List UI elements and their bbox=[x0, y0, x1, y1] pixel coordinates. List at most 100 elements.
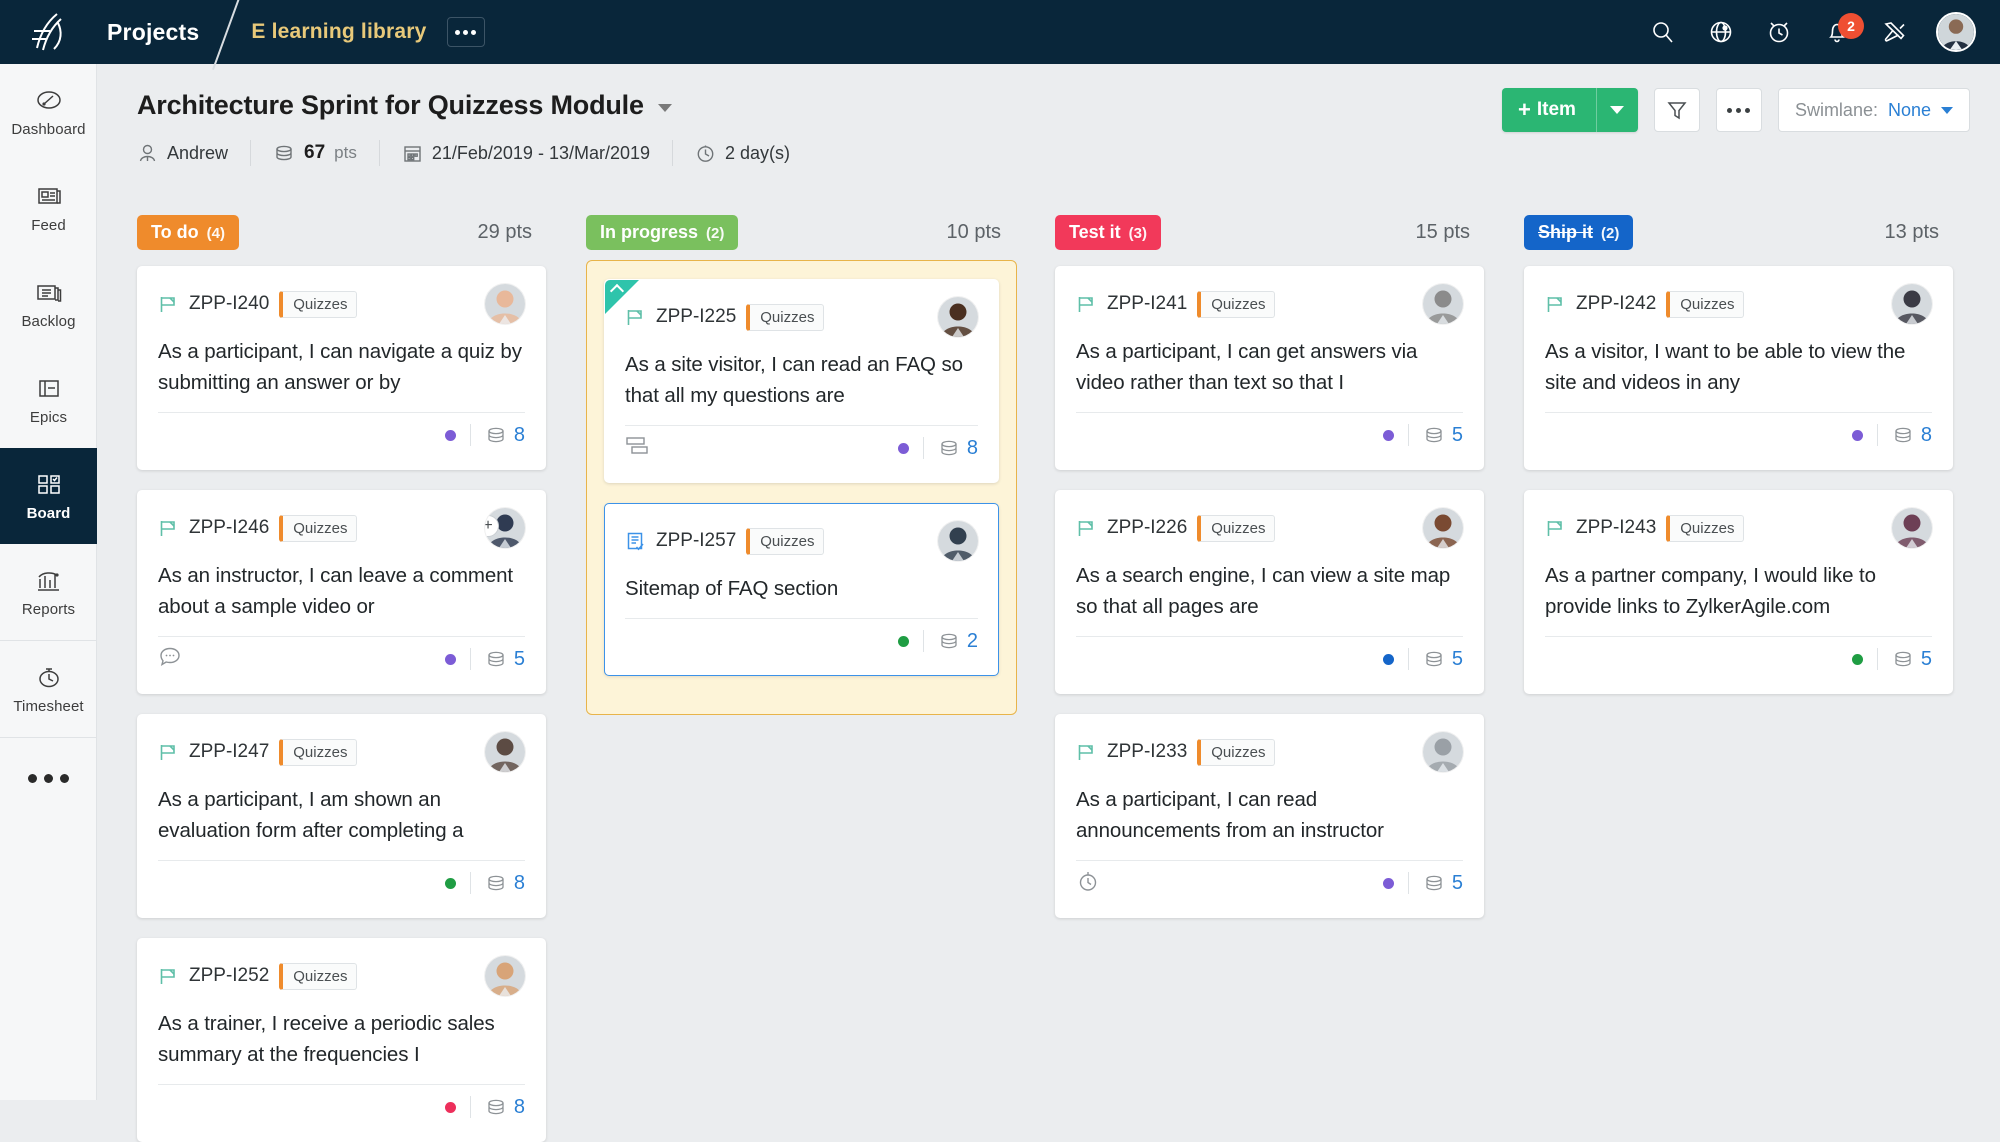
board-more-button[interactable] bbox=[1715, 88, 1762, 132]
column-status-pill[interactable]: To do (4) bbox=[137, 214, 239, 250]
avatar[interactable] bbox=[1936, 12, 1976, 52]
card-assignee-avatar[interactable] bbox=[1892, 508, 1932, 548]
project-name-label[interactable]: E learning library bbox=[251, 20, 426, 44]
board-card[interactable]: ZPP-I257 Quizzes Sitemap of FAQ section 2 bbox=[604, 503, 999, 676]
project-more-button[interactable] bbox=[446, 17, 485, 47]
card-id[interactable]: ZPP-I233 bbox=[1107, 741, 1187, 763]
sidebar-more-button[interactable] bbox=[0, 738, 97, 818]
sprint-date-range: 21/Feb/2019 - 13/Mar/2019 bbox=[378, 140, 672, 166]
card-assignee-avatar[interactable] bbox=[485, 284, 525, 324]
board-card[interactable]: ZPP-I233 Quizzes As a participant, I can r… bbox=[1055, 714, 1484, 918]
card-assignee-avatar[interactable] bbox=[485, 732, 525, 772]
column-status-pill[interactable]: In progress (2) bbox=[586, 214, 739, 250]
card-id[interactable]: ZPP-I247 bbox=[189, 741, 269, 763]
column-name: To do bbox=[151, 221, 199, 242]
card-tag[interactable]: Quizzes bbox=[279, 738, 358, 766]
card-tag[interactable]: Quizzes bbox=[1666, 514, 1745, 542]
app-logo[interactable] bbox=[0, 0, 97, 64]
card-tag[interactable]: Quizzes bbox=[1666, 290, 1745, 318]
card-assignee-avatar[interactable] bbox=[1892, 284, 1932, 324]
points-icon bbox=[488, 875, 504, 890]
card-tag[interactable]: Quizzes bbox=[279, 962, 358, 990]
card-footer-icon[interactable] bbox=[625, 435, 649, 462]
board-card[interactable]: ZPP-I252 Quizzes As a trainer, I receive a… bbox=[137, 938, 546, 1142]
board-card[interactable]: ZPP-I241 Quizzes As a participant, I can g… bbox=[1055, 266, 1484, 470]
card-tag[interactable]: Quizzes bbox=[746, 527, 825, 555]
filter-button[interactable] bbox=[1653, 88, 1700, 132]
column-status-pill[interactable]: Ship it (2) bbox=[1524, 214, 1634, 250]
board-card[interactable]: ZPP-I246 Quizzes + As an instructor, I can … bbox=[137, 490, 546, 694]
add-item-label: Item bbox=[1536, 99, 1576, 120]
board-card[interactable]: ZPP-I225 Quizzes As a site visitor, I can … bbox=[604, 279, 999, 483]
gauge-icon bbox=[36, 91, 61, 109]
card-footer-meta: 8 bbox=[444, 424, 525, 447]
board-column: Ship it (2) 13 pts ZPP-I242 Quizzes As a visi… bbox=[1504, 188, 1973, 1100]
sidebar-item-timesheet[interactable]: Timesheet bbox=[0, 641, 97, 737]
card-points: 5 bbox=[1892, 648, 1932, 671]
chevron-down-icon bbox=[1941, 106, 1953, 114]
add-item-button[interactable]: + Item bbox=[1502, 88, 1638, 132]
card-assignee-avatar[interactable] bbox=[1423, 508, 1463, 548]
add-item-dropdown-caret-icon[interactable] bbox=[1595, 88, 1638, 132]
sidebar-item-backlog[interactable]: Backlog bbox=[0, 256, 97, 352]
sidebar-item-dashboard[interactable]: Dashboard bbox=[0, 64, 97, 160]
card-assignee-avatar[interactable] bbox=[485, 956, 525, 996]
card-id[interactable]: ZPP-I225 bbox=[656, 306, 736, 328]
sprint-dropdown-caret-icon[interactable] bbox=[657, 103, 672, 112]
card-header: ZPP-I241 Quizzes bbox=[1076, 284, 1463, 324]
board-card[interactable]: ZPP-I226 Quizzes As a search engine, I can… bbox=[1055, 490, 1484, 694]
search-icon[interactable] bbox=[1646, 15, 1680, 49]
sprint-days-value: 2 day(s) bbox=[725, 142, 791, 163]
left-sidebar: Dashboard Feed Backlog Epics Board Repor… bbox=[0, 64, 97, 1100]
divider bbox=[1407, 424, 1409, 446]
tools-icon[interactable] bbox=[1878, 15, 1912, 49]
card-tag[interactable]: Quizzes bbox=[279, 514, 358, 542]
card-id[interactable]: ZPP-I246 bbox=[189, 517, 269, 539]
sidebar-item-feed[interactable]: Feed bbox=[0, 160, 97, 256]
globe-icon[interactable] bbox=[1704, 15, 1738, 49]
card-assignee-avatar[interactable] bbox=[1423, 732, 1463, 772]
sprint-owner: Andrew bbox=[137, 140, 250, 166]
priority-dot bbox=[897, 635, 909, 647]
board-card[interactable]: ZPP-I243 Quizzes As a partner company, I w… bbox=[1524, 490, 1953, 694]
card-assignee-avatar[interactable] bbox=[938, 297, 978, 337]
card-assignee-avatar[interactable] bbox=[938, 521, 978, 561]
card-id[interactable]: ZPP-I242 bbox=[1576, 293, 1656, 315]
card-id[interactable]: ZPP-I257 bbox=[656, 530, 736, 552]
sidebar-item-board[interactable]: Board bbox=[0, 448, 97, 544]
card-id[interactable]: ZPP-I226 bbox=[1107, 517, 1187, 539]
card-tag[interactable]: Quizzes bbox=[1197, 514, 1276, 542]
divider bbox=[469, 648, 471, 670]
avatar-image bbox=[1892, 508, 1932, 548]
card-id[interactable]: ZPP-I241 bbox=[1107, 293, 1187, 315]
comment-icon bbox=[160, 647, 180, 666]
card-id[interactable]: ZPP-I252 bbox=[189, 965, 269, 987]
sidebar-item-reports[interactable]: Reports bbox=[0, 544, 97, 640]
card-footer-icon[interactable] bbox=[1076, 869, 1100, 898]
sidebar-item-epics[interactable]: Epics bbox=[0, 352, 97, 448]
card-header: ZPP-I240 Quizzes bbox=[158, 284, 525, 324]
card-id[interactable]: ZPP-I240 bbox=[189, 293, 269, 315]
card-footer: 8 bbox=[158, 413, 525, 457]
alarm-clock-icon[interactable] bbox=[1762, 15, 1796, 49]
card-assignee-avatar[interactable] bbox=[1423, 284, 1463, 324]
card-footer-icon[interactable] bbox=[158, 645, 182, 674]
priority-dot bbox=[1382, 653, 1394, 665]
swimlane-selector[interactable]: Swimlane: None bbox=[1777, 88, 1970, 132]
board-card[interactable]: ZPP-I242 Quizzes As a visitor, I want to b… bbox=[1524, 266, 1953, 470]
card-assignee-avatar[interactable]: + bbox=[485, 508, 525, 548]
card-tag[interactable]: Quizzes bbox=[279, 290, 358, 318]
card-points: 8 bbox=[485, 872, 525, 895]
column-status-pill[interactable]: Test it (3) bbox=[1055, 214, 1162, 250]
avatar-image bbox=[938, 297, 978, 337]
board-card[interactable]: ZPP-I240 Quizzes As a participant, I can n… bbox=[137, 266, 546, 470]
card-points-value: 2 bbox=[966, 629, 978, 652]
card-tag[interactable]: Quizzes bbox=[1197, 290, 1276, 318]
column-count: (3) bbox=[1128, 224, 1148, 242]
board-card[interactable]: ZPP-I247 Quizzes As a participant, I am sh… bbox=[137, 714, 546, 918]
card-tag[interactable]: Quizzes bbox=[1197, 738, 1276, 766]
bell-icon[interactable]: 2 bbox=[1820, 13, 1864, 49]
card-id[interactable]: ZPP-I243 bbox=[1576, 517, 1656, 539]
card-tag[interactable]: Quizzes bbox=[746, 303, 825, 331]
swimlane-label: Swimlane: bbox=[1794, 99, 1878, 120]
